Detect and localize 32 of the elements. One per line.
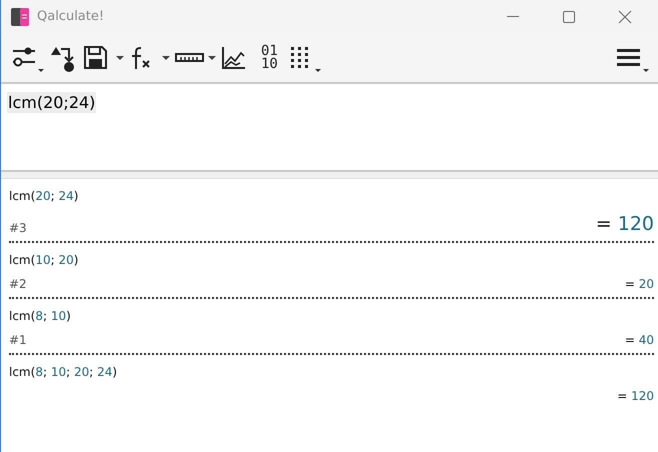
- caret-icon: [38, 68, 44, 72]
- number-base-button[interactable]: 01 10: [255, 40, 284, 74]
- save-icon: [84, 46, 107, 68]
- caret-icon: [162, 56, 170, 60]
- function-icon: [131, 46, 150, 70]
- expression-input[interactable]: lcm(20;24): [1, 84, 658, 170]
- history-expression: lcm(8; 10; 20; 24): [9, 365, 118, 379]
- plot-icon: [222, 46, 245, 68]
- history-expression: lcm(8; 10): [9, 309, 72, 323]
- ruler-icon: [175, 52, 204, 62]
- history-result: = 120: [617, 389, 654, 403]
- history-result: = 40: [624, 333, 654, 347]
- caret-icon: [643, 68, 649, 72]
- caret-icon: [116, 56, 124, 60]
- history-index: #2: [9, 277, 27, 291]
- keypad-icon: [290, 46, 308, 68]
- caret-icon: [314, 68, 321, 72]
- menu-icon: [617, 48, 640, 66]
- sliders-icon: [13, 47, 35, 66]
- maximize-icon: [563, 10, 575, 22]
- history-index: #1: [9, 333, 27, 347]
- history-result: = 120: [596, 213, 654, 235]
- history-index: #3: [9, 221, 27, 235]
- caret-icon: [208, 56, 216, 60]
- close-icon: [618, 10, 632, 24]
- minimize-icon: [507, 16, 519, 18]
- history-result: = 20: [624, 277, 654, 291]
- app-icon: [11, 8, 29, 26]
- history-expression: lcm(20; 24): [9, 189, 80, 203]
- store-variable-icon: [51, 46, 74, 72]
- window-title: Qalculate!: [37, 9, 106, 24]
- history-expression: lcm(10; 20): [9, 253, 80, 267]
